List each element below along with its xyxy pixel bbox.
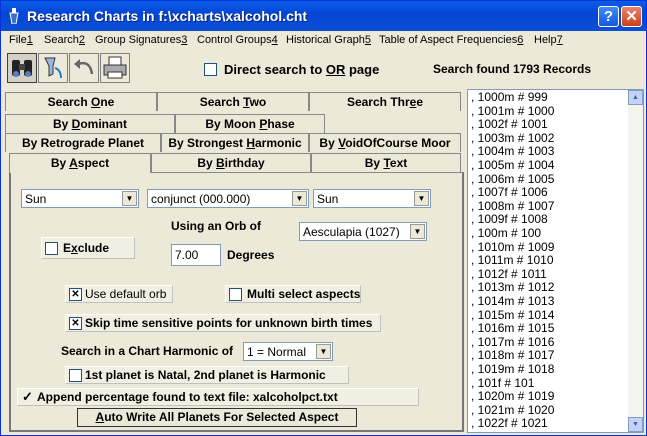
list-item[interactable]: , 1012f # 1011 xyxy=(471,267,547,281)
orb-label: Using an Orb of xyxy=(171,219,261,233)
list-item[interactable]: , 1017m # 1016 xyxy=(471,335,554,349)
list-item[interactable]: , 1015m # 1014 xyxy=(471,308,554,322)
list-item[interactable]: , 1011m # 1010 xyxy=(471,254,554,267)
title-bar[interactable]: Research Charts in f:\xcharts\xalcohol.c… xyxy=(1,1,646,31)
exclude-label[interactable]: Exclude xyxy=(63,241,109,255)
list-item[interactable]: , 1006m # 1005 xyxy=(471,172,554,186)
menu-search[interactable]: Search2 xyxy=(44,34,85,46)
chevron-down-icon: ▼ xyxy=(292,191,307,206)
chevron-down-icon: ▼ xyxy=(414,191,429,206)
use-default-orb-checkbox[interactable]: ✕ xyxy=(69,288,82,301)
menu-help[interactable]: Help7 xyxy=(534,34,563,46)
chevron-down-icon: ▼ xyxy=(122,191,137,206)
skip-time-checkbox[interactable]: ✕ xyxy=(69,317,82,330)
planet1-select[interactable]: Sun ▼ xyxy=(21,189,139,208)
records-found-status: Search found 1793 Records xyxy=(433,62,592,76)
list-item[interactable]: , 1000m # 999 xyxy=(471,91,548,104)
scroll-down-button[interactable]: ▼ xyxy=(628,417,643,432)
list-item[interactable]: , 1019m # 1018 xyxy=(471,363,554,376)
direct-search-checkbox[interactable] xyxy=(204,63,217,76)
aspect-select[interactable]: conjunct (000.000) ▼ xyxy=(147,189,309,208)
direct-search-label[interactable]: Direct search to OR page xyxy=(224,62,379,77)
tab-by-void-of-course-moon[interactable]: By VoidOfCourse Moor xyxy=(309,133,461,152)
orb-input[interactable]: 7.00 xyxy=(171,244,221,266)
asteroid-select[interactable]: Aesculapia (1027) ▼ xyxy=(299,222,427,241)
list-item[interactable]: , 1005m # 1004 xyxy=(471,159,554,172)
tab-by-aspect[interactable]: By Aspect xyxy=(9,153,151,173)
append-pct-checkbox[interactable]: ✓ xyxy=(21,390,34,404)
multi-select-label[interactable]: Multi select aspects xyxy=(247,287,360,301)
menu-aspect-frequencies[interactable]: Table of Aspect Frequencies6 xyxy=(379,34,523,46)
binoculars-icon xyxy=(12,60,32,77)
list-item[interactable]: , 1020m # 1019 xyxy=(471,390,554,403)
list-item[interactable]: , 1016m # 1015 xyxy=(471,322,554,335)
funnel-icon xyxy=(44,57,62,79)
undo-button[interactable] xyxy=(69,53,99,83)
tab-search-two[interactable]: Search Two xyxy=(157,92,309,111)
menu-file[interactable]: File1 xyxy=(9,34,33,46)
multi-select-checkbox[interactable] xyxy=(229,288,242,301)
tab-search-three[interactable]: Search Three xyxy=(309,92,461,111)
tab-by-retrograde-planet[interactable]: By Retrograde Planet xyxy=(5,133,161,152)
records-list[interactable]: , 1000m # 999, 1001m # 1000, 1002f # 100… xyxy=(467,89,644,433)
exclude-checkbox[interactable] xyxy=(45,242,58,255)
chevron-up-icon: ▲ xyxy=(632,94,639,101)
menu-group-signatures[interactable]: Group Signatures3 xyxy=(95,34,187,46)
menu-control-groups[interactable]: Control Groups4 xyxy=(197,34,278,46)
list-item[interactable]: , 1013m # 1012 xyxy=(471,281,554,294)
list-item[interactable]: , 1008m # 1007 xyxy=(471,199,554,213)
chevron-down-icon: ▼ xyxy=(410,224,425,239)
window-title: Research Charts in f:\xcharts\xalcohol.c… xyxy=(27,8,308,24)
natal-harmonic-checkbox[interactable] xyxy=(69,369,82,382)
list-item[interactable]: , 1022f # 1021 xyxy=(471,417,548,430)
list-item[interactable]: , 1001m # 1000 xyxy=(471,104,554,118)
chevron-down-icon: ▼ xyxy=(316,344,331,359)
list-item[interactable]: , 1018m # 1017 xyxy=(471,349,554,362)
tab-search-one[interactable]: Search One xyxy=(5,92,157,111)
harmonic-label: Search in a Chart Harmonic of xyxy=(61,344,234,358)
list-item[interactable]: , 1010m # 1009 xyxy=(471,240,554,254)
tab-by-birthday[interactable]: By Birthday xyxy=(151,153,311,172)
append-pct-label[interactable]: Append percentage found to text file: xa… xyxy=(37,390,338,404)
menu-bar: File1 Search2 Group Signatures3 Control … xyxy=(1,31,646,51)
list-item[interactable]: , 1009f # 1008 xyxy=(471,213,548,226)
skip-time-label[interactable]: Skip time sensitive points for unknown b… xyxy=(85,316,372,330)
undo-arrow-icon xyxy=(74,59,94,75)
binoculars-button[interactable] xyxy=(7,53,37,83)
chevron-down-icon: ▼ xyxy=(632,421,639,428)
tab-by-text[interactable]: By Text xyxy=(311,153,461,172)
close-button[interactable]: ✕ xyxy=(621,6,642,27)
tab-by-strongest-harmonic[interactable]: By Strongest Harmonic xyxy=(161,133,309,152)
app-icon xyxy=(9,8,19,24)
list-item[interactable]: , 1014m # 1013 xyxy=(471,295,554,308)
planet2-select[interactable]: Sun ▼ xyxy=(313,189,431,208)
use-default-orb-label[interactable]: Use default orb xyxy=(85,287,166,301)
pour-button[interactable] xyxy=(38,53,68,83)
list-item[interactable]: , 100m # 100 xyxy=(471,227,541,240)
scroll-up-button[interactable]: ▲ xyxy=(628,90,643,105)
list-item[interactable]: , 1003m # 1002 xyxy=(471,131,554,145)
list-item[interactable]: , 101f # 101 xyxy=(471,376,534,390)
tab-by-moon-phase[interactable]: By Moon Phase xyxy=(175,114,325,133)
menu-historical-graph[interactable]: Historical Graph5 xyxy=(286,34,371,46)
degrees-label: Degrees xyxy=(227,248,275,262)
natal-harmonic-label[interactable]: 1st planet is Natal, 2nd planet is Harmo… xyxy=(85,368,326,382)
printer-icon xyxy=(103,56,127,79)
list-item[interactable]: , 1007f # 1006 xyxy=(471,186,548,199)
tab-by-dominant[interactable]: By Dominant xyxy=(5,114,175,133)
harmonic-select[interactable]: 1 = Normal ▼ xyxy=(243,342,333,361)
help-button[interactable]: ? xyxy=(598,6,619,27)
list-item[interactable]: , 1021m # 1020 xyxy=(471,403,554,417)
list-item[interactable]: , 1002f # 1001 xyxy=(471,118,548,131)
vertical-scrollbar[interactable]: ▲ ▼ xyxy=(628,90,643,432)
print-button[interactable] xyxy=(100,53,130,83)
auto-write-button[interactable]: Auto Write All Planets For Selected Aspe… xyxy=(77,408,357,427)
list-item[interactable]: , 1004m # 1003 xyxy=(471,145,554,158)
main-window: Research Charts in f:\xcharts\xalcohol.c… xyxy=(0,0,647,436)
